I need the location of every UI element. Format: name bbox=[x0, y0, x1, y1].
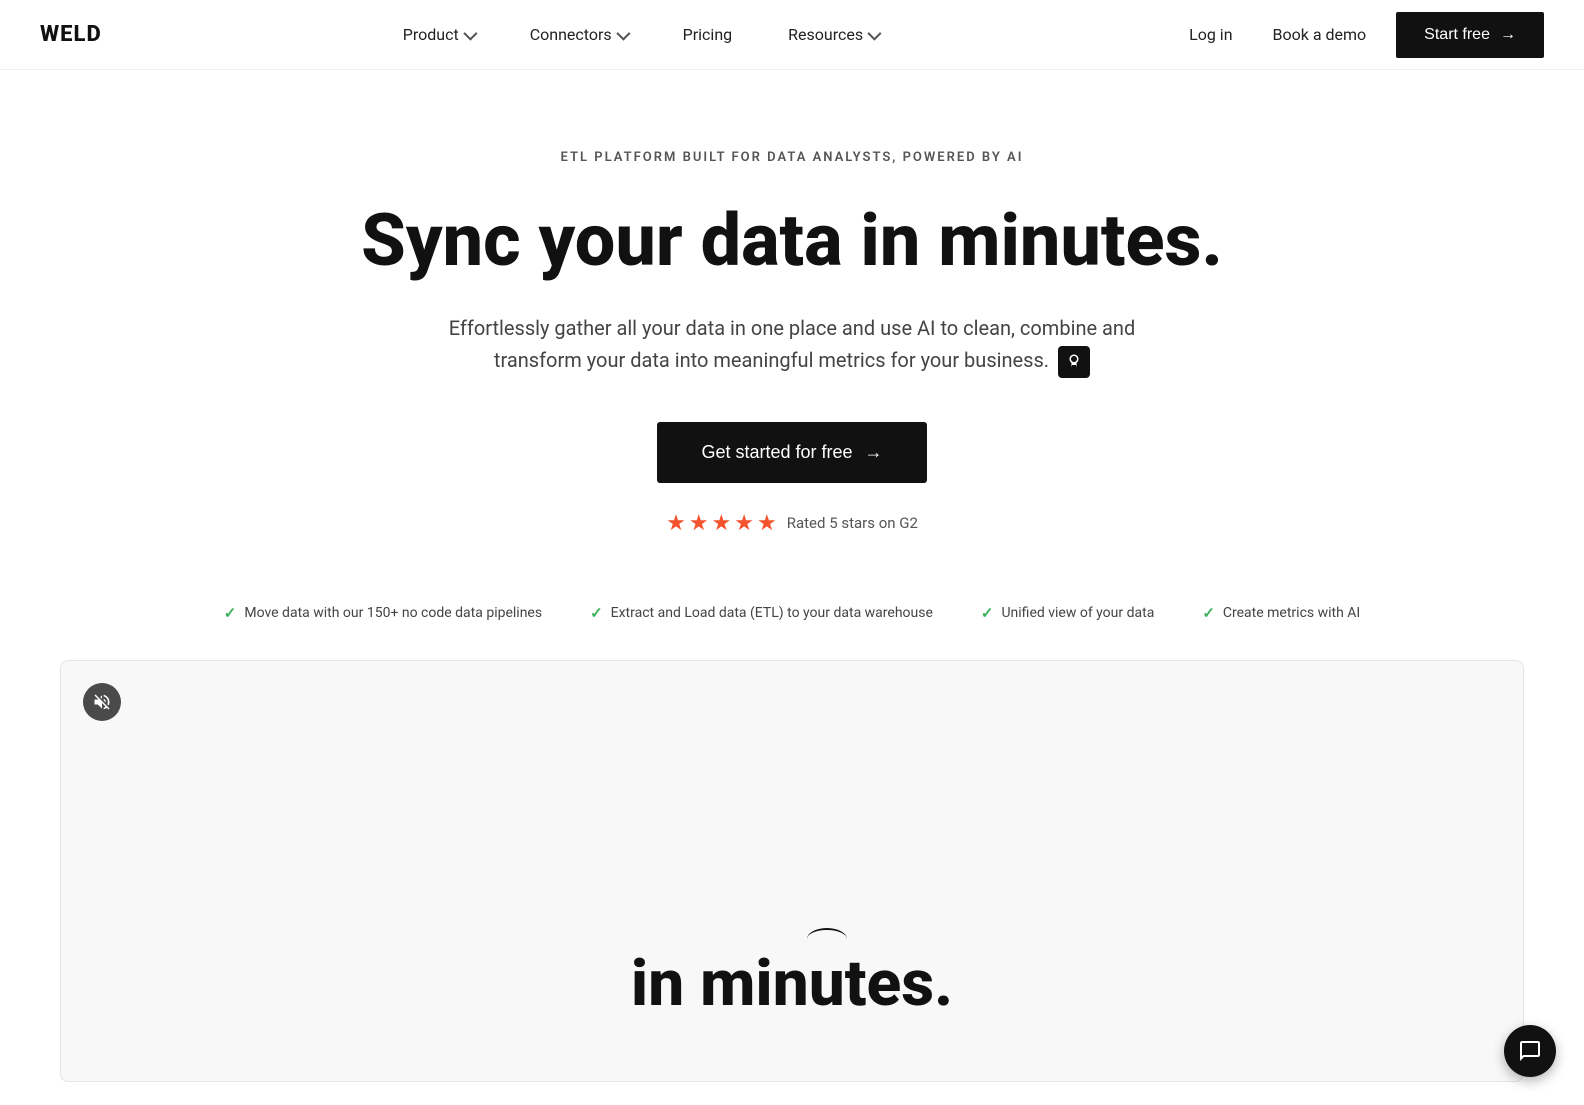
nav-resources-label: Resources bbox=[788, 25, 863, 44]
logo[interactable]: WELD bbox=[40, 22, 102, 47]
feature-text-3: Unified view of your data bbox=[1001, 605, 1154, 621]
nav-product-label: Product bbox=[403, 25, 459, 44]
video-overlay-text: in minutes. bbox=[631, 946, 953, 1021]
nav-pricing-label: Pricing bbox=[683, 25, 733, 44]
nav-item-resources[interactable]: Resources bbox=[760, 0, 906, 70]
nav-item-product[interactable]: Product bbox=[375, 0, 502, 70]
nav-connectors-label: Connectors bbox=[530, 25, 612, 44]
arrow-right-icon: → bbox=[865, 442, 883, 463]
nav-item-connectors[interactable]: Connectors bbox=[502, 0, 655, 70]
weld-brand-icon bbox=[1058, 346, 1090, 378]
overlay-minutes: minutes. bbox=[700, 946, 953, 1021]
hero-subtitle-line2-text: transform your data into meaningful metr… bbox=[494, 348, 1049, 372]
navbar: WELD Product Connectors Pricing Resource… bbox=[0, 0, 1584, 70]
hero-title: Sync your data in minutes. bbox=[361, 201, 1223, 280]
nav-item-pricing[interactable]: Pricing bbox=[655, 0, 761, 70]
features-row: ✓ Move data with our 150+ no code data p… bbox=[0, 576, 1584, 650]
star-1: ★ bbox=[666, 511, 686, 536]
hero-subtitle-line2: transform your data into meaningful metr… bbox=[494, 348, 1090, 372]
video-section: in minutes. bbox=[60, 660, 1524, 1082]
book-demo-button[interactable]: Book a demo bbox=[1263, 25, 1377, 44]
hero-cta: Get started for free → bbox=[657, 422, 926, 483]
star-rating: ★ ★ ★ ★ ★ bbox=[666, 511, 777, 536]
chevron-down-icon bbox=[616, 26, 630, 40]
chevron-down-icon bbox=[463, 26, 477, 40]
feature-item-1: ✓ Move data with our 150+ no code data p… bbox=[200, 596, 566, 630]
start-free-label: Start free bbox=[1424, 26, 1490, 44]
hero-subtitle-line1: Effortlessly gather all your data in one… bbox=[449, 316, 1136, 340]
hero-eyebrow: ETL PLATFORM BUILT FOR DATA ANALYSTS, PO… bbox=[561, 150, 1024, 165]
star-3: ★ bbox=[712, 511, 732, 536]
feature-text-2: Extract and Load data (ETL) to your data… bbox=[611, 605, 933, 621]
start-free-button[interactable]: Start free → bbox=[1396, 12, 1544, 58]
get-started-label: Get started for free bbox=[701, 442, 852, 463]
rating-text: Rated 5 stars on G2 bbox=[787, 514, 918, 532]
star-2: ★ bbox=[689, 511, 709, 536]
chevron-down-icon bbox=[867, 26, 881, 40]
star-4: ★ bbox=[734, 511, 754, 536]
nav-links: Product Connectors Pricing Resources bbox=[375, 0, 906, 70]
feature-item-4: ✓ Create metrics with AI bbox=[1178, 596, 1384, 630]
check-icon-1: ✓ bbox=[224, 604, 237, 622]
feature-item-3: ✓ Unified view of your data bbox=[957, 596, 1178, 630]
hero-section: ETL PLATFORM BUILT FOR DATA ANALYSTS, PO… bbox=[0, 70, 1584, 576]
nav-right: Log in Book a demo Start free → bbox=[1179, 12, 1544, 58]
get-started-button[interactable]: Get started for free → bbox=[657, 422, 926, 483]
feature-text-1: Move data with our 150+ no code data pip… bbox=[244, 605, 542, 621]
video-content-area: in minutes. bbox=[61, 661, 1523, 1081]
star-5: ★ bbox=[757, 511, 777, 536]
check-icon-2: ✓ bbox=[590, 604, 603, 622]
check-icon-4: ✓ bbox=[1202, 604, 1215, 622]
login-button[interactable]: Log in bbox=[1179, 25, 1242, 44]
chat-widget-button[interactable] bbox=[1504, 1025, 1556, 1077]
feature-text-4: Create metrics with AI bbox=[1223, 605, 1360, 621]
overlay-in: in bbox=[631, 946, 700, 1021]
mute-button[interactable] bbox=[83, 683, 121, 721]
feature-item-2: ✓ Extract and Load data (ETL) to your da… bbox=[566, 596, 957, 630]
check-icon-3: ✓ bbox=[981, 604, 994, 622]
arrow-right-icon: → bbox=[1500, 26, 1516, 44]
hero-subtitle: Effortlessly gather all your data in one… bbox=[449, 312, 1136, 378]
rating-row: ★ ★ ★ ★ ★ Rated 5 stars on G2 bbox=[666, 511, 918, 536]
